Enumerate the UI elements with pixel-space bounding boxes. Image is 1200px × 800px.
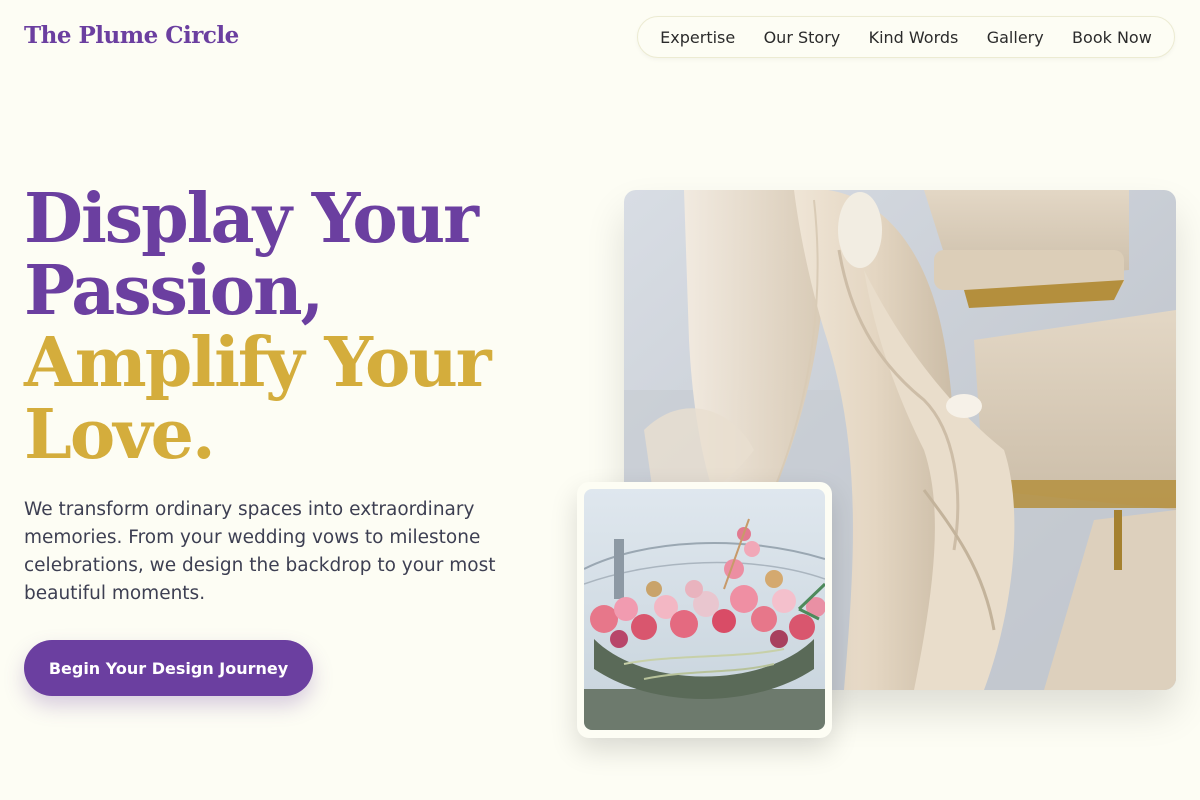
hero-inset-image-frame — [577, 482, 832, 738]
nav-item-kind-words[interactable]: Kind Words — [869, 28, 959, 47]
headline-line-2: Passion, — [24, 251, 324, 331]
nav-item-book-now[interactable]: Book Now — [1072, 28, 1152, 47]
floral-installation-photo — [584, 489, 825, 730]
headline-line-3: Amplify Your — [24, 323, 492, 403]
hero-headline: Display Your Passion, Amplify Your Love. — [24, 179, 492, 475]
brand-logo[interactable]: The Plume Circle — [24, 22, 239, 49]
headline-line-4: Love. — [24, 395, 216, 475]
hero-description: We transform ordinary spaces into extrao… — [24, 499, 496, 604]
headline-line-1: Display Your — [24, 179, 479, 259]
nav-item-expertise[interactable]: Expertise — [660, 28, 735, 47]
begin-design-journey-button[interactable]: Begin Your Design Journey — [24, 640, 313, 696]
main-nav: Expertise Our Story Kind Words Gallery B… — [637, 16, 1175, 58]
nav-item-our-story[interactable]: Our Story — [764, 28, 841, 47]
nav-item-gallery[interactable]: Gallery — [987, 28, 1044, 47]
hero-inset-image — [584, 489, 825, 730]
